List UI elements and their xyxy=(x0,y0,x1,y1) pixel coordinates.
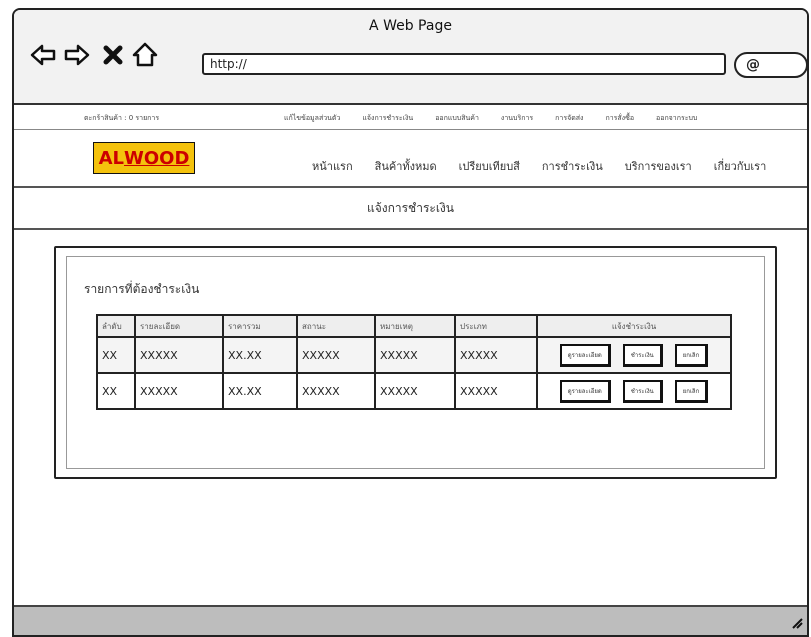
col-header-total: ราคารวม xyxy=(222,314,298,338)
cell-detail: XXXXX xyxy=(134,372,224,410)
stop-button[interactable] xyxy=(98,40,128,70)
logo-text-al: AL xyxy=(98,147,124,169)
cell-actions: ดูรายละเอียด ชำระเงิน ยกเลิก xyxy=(536,372,732,410)
col-header-type: ประเภท xyxy=(454,314,538,338)
forward-arrow-icon xyxy=(64,44,90,66)
col-header-payment-notice: แจ้งชำระเงิน xyxy=(536,314,732,338)
table-row: XX XXXXX XX.XX XXXXX XXXXX XXXXX ดูรายละ… xyxy=(96,336,732,374)
logo-text-wood: WOOD xyxy=(124,147,190,169)
browser-status-bar xyxy=(14,605,807,635)
cell-index: XX xyxy=(96,336,136,374)
nav-our-services[interactable]: บริการของเรา xyxy=(625,157,692,175)
nav-about-us[interactable]: เกี่ยวกับเรา xyxy=(714,157,767,175)
link-payment-notice[interactable]: แจ้งการชำระเงิน xyxy=(362,113,413,124)
col-header-index: ลำดับ xyxy=(96,314,136,338)
back-button[interactable] xyxy=(28,40,58,70)
cell-status: XXXXX xyxy=(296,372,376,410)
cell-note: XXXXX xyxy=(374,372,456,410)
resize-grip-icon[interactable] xyxy=(789,615,803,629)
link-design-product[interactable]: ออกแบบสินค้า xyxy=(435,113,479,124)
nav-all-products[interactable]: สินค้าทั้งหมด xyxy=(375,157,437,175)
card-title: รายการที่ต้องชำระเงิน xyxy=(84,282,200,296)
browser-titlebar: A Web Page http:// @ xyxy=(14,10,807,105)
browser-search-button[interactable]: @ xyxy=(734,52,807,78)
pay-button[interactable]: ชำระเงิน xyxy=(622,343,663,367)
account-links: แก้ไขข้อมูลส่วนตัว แจ้งการชำระเงิน ออกแบ… xyxy=(284,113,719,124)
top-utility-bar: ตะกร้าสินค้า : 0 รายการ แก้ไขข้อมูลส่วนต… xyxy=(14,105,807,130)
allwood-logo[interactable]: AL WOOD xyxy=(93,142,195,174)
link-orders[interactable]: การสั่งซื้อ xyxy=(605,113,634,124)
table-header-row: ลำดับ รายละเอียด ราคารวม สถานะ หมายเหตุ … xyxy=(96,314,732,338)
table-row: XX XXXXX XX.XX XXXXX XXXXX XXXXX ดูรายละ… xyxy=(96,372,732,410)
link-shipping[interactable]: การจัดส่ง xyxy=(555,113,583,124)
cell-detail: XXXXX xyxy=(134,336,224,374)
browser-window: A Web Page http:// @ ตะกร้าสินค้า : 0 รา… xyxy=(12,8,809,637)
payment-table: ลำดับ รายละเอียด ราคารวม สถานะ หมายเหตุ … xyxy=(96,314,732,410)
cell-actions: ดูรายละเอียด ชำระเงิน ยกเลิก xyxy=(536,336,732,374)
view-detail-button[interactable]: ดูรายละเอียด xyxy=(559,343,611,367)
search-icon: @ xyxy=(746,57,760,73)
forward-button[interactable] xyxy=(62,40,92,70)
address-bar[interactable]: http:// xyxy=(202,53,726,75)
link-services[interactable]: งานบริการ xyxy=(501,113,533,124)
cancel-button[interactable]: ยกเลิก xyxy=(674,379,709,403)
nav-payment[interactable]: การชำระเงิน xyxy=(542,157,603,175)
col-header-detail: รายละเอียด xyxy=(134,314,224,338)
col-header-status: สถานะ xyxy=(296,314,376,338)
cell-type: XXXXX xyxy=(454,336,538,374)
cart-count[interactable]: ตะกร้าสินค้า : 0 รายการ xyxy=(84,113,159,124)
page-title: แจ้งการชำระเงิน xyxy=(14,188,807,230)
window-title: A Web Page xyxy=(369,18,452,34)
close-x-icon xyxy=(103,45,123,65)
payment-list-card: รายการที่ต้องชำระเงิน ลำดับ รายละเอียด ร… xyxy=(54,246,777,479)
cell-note: XXXXX xyxy=(374,336,456,374)
home-icon xyxy=(132,42,158,67)
cancel-button[interactable]: ยกเลิก xyxy=(674,343,709,367)
nav-home[interactable]: หน้าแรก xyxy=(312,157,353,175)
back-arrow-icon xyxy=(30,44,56,66)
link-edit-profile[interactable]: แก้ไขข้อมูลส่วนตัว xyxy=(284,113,340,124)
home-button[interactable] xyxy=(130,40,160,70)
col-header-note: หมายเหตุ xyxy=(374,314,456,338)
cell-type: XXXXX xyxy=(454,372,538,410)
view-detail-button[interactable]: ดูรายละเอียด xyxy=(559,379,611,403)
cell-index: XX xyxy=(96,372,136,410)
main-menu: หน้าแรก สินค้าทั้งหมด เปรียบเทียบสี การช… xyxy=(312,157,788,175)
cell-total: XX.XX xyxy=(222,336,298,374)
cell-total: XX.XX xyxy=(222,372,298,410)
cell-status: XXXXX xyxy=(296,336,376,374)
link-logout[interactable]: ออกจากระบบ xyxy=(656,113,697,124)
pay-button[interactable]: ชำระเงิน xyxy=(622,379,663,403)
main-navbar: AL WOOD หน้าแรก สินค้าทั้งหมด เปรียบเทียบ… xyxy=(14,130,807,188)
nav-compare-colors[interactable]: เปรียบเทียบสี xyxy=(459,157,520,175)
